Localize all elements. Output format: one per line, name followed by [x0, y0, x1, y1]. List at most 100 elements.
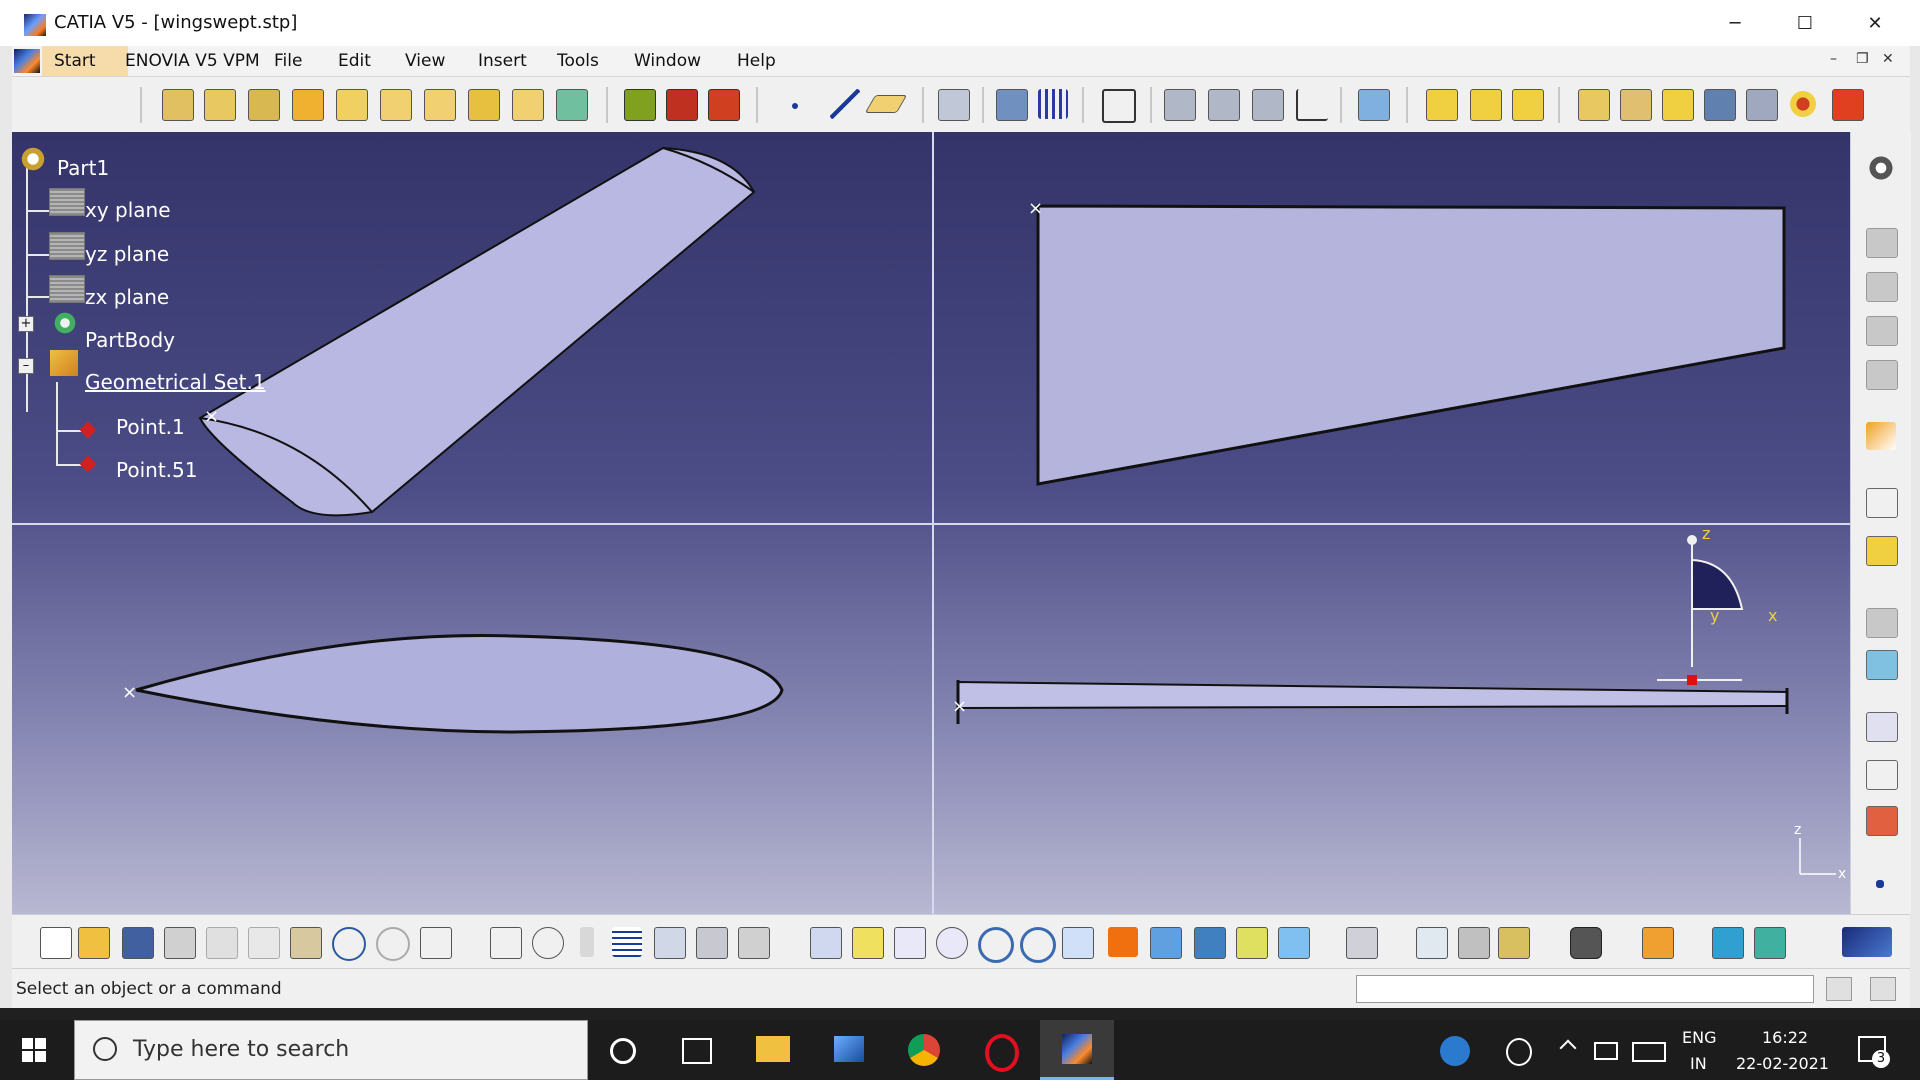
- shading-icon[interactable]: [1578, 89, 1610, 121]
- menu-edit[interactable]: Edit: [338, 51, 371, 71]
- formula-icon[interactable]: [490, 927, 522, 959]
- view-top-icon[interactable]: [1512, 89, 1544, 121]
- 3d-viewport[interactable]: × × × × z y x z x Part1 xy plane yz plan…: [12, 132, 1850, 914]
- taskbar-app-blue[interactable]: [812, 1020, 886, 1080]
- sketch-tool-3-icon[interactable]: [1866, 316, 1898, 346]
- paste-icon[interactable]: [290, 927, 322, 959]
- measure-icon[interactable]: [938, 89, 970, 121]
- menu-insert[interactable]: Insert: [478, 51, 527, 71]
- center-graph-icon[interactable]: [1788, 89, 1818, 119]
- redo-icon[interactable]: [376, 927, 410, 961]
- view-front-icon[interactable]: [1470, 89, 1502, 121]
- settings-gear-icon[interactable]: [1866, 154, 1896, 182]
- help-tray-icon[interactable]: [1440, 1036, 1470, 1066]
- axis-icon[interactable]: [1296, 89, 1328, 121]
- sketch-analysis-icon[interactable]: [1712, 927, 1744, 959]
- dress-up-icon[interactable]: [1208, 89, 1240, 121]
- reference-icon[interactable]: [1252, 89, 1284, 121]
- geometrical-set-icon[interactable]: [50, 350, 78, 376]
- maximize-button[interactable]: ☐: [1770, 0, 1840, 46]
- menu-enovia[interactable]: ENOVIA V5 VPM: [125, 51, 260, 71]
- point-icon[interactable]: [792, 103, 798, 109]
- menu-file[interactable]: File: [274, 51, 302, 71]
- taskbar-opera[interactable]: [964, 1020, 1038, 1080]
- menu-view[interactable]: View: [405, 51, 445, 71]
- fit-all-in-icon[interactable]: [852, 927, 884, 959]
- shaft-icon[interactable]: [248, 89, 280, 121]
- slot-icon[interactable]: [424, 89, 456, 121]
- windows-start-icon[interactable]: [22, 1038, 46, 1062]
- menu-help[interactable]: Help: [737, 51, 776, 71]
- shading-edges-icon[interactable]: [1620, 89, 1652, 121]
- chevron-up-icon[interactable]: [1559, 1039, 1577, 1057]
- catia-logo-icon[interactable]: [14, 49, 40, 73]
- partbody-icon[interactable]: [52, 310, 78, 336]
- menu-start[interactable]: Start: [54, 51, 96, 71]
- tree-item-point-51[interactable]: Point.51: [116, 458, 197, 482]
- help-pointer-icon[interactable]: [420, 927, 452, 959]
- clock-time[interactable]: 16:22: [1762, 1028, 1808, 1047]
- fit-all-icon[interactable]: [1102, 89, 1136, 123]
- sketch-tool-2-icon[interactable]: [1866, 272, 1898, 302]
- measure-inertia-icon[interactable]: [1498, 927, 1530, 959]
- paint-icon[interactable]: [1866, 806, 1898, 836]
- cut-icon[interactable]: [206, 927, 238, 959]
- hierarchy-icon[interactable]: [654, 927, 686, 959]
- measure-between-icon[interactable]: [1416, 927, 1448, 959]
- power-input-icon[interactable]: [1826, 977, 1852, 1001]
- search-tool-icon[interactable]: [1870, 977, 1896, 1001]
- menu-window[interactable]: Window: [634, 51, 701, 71]
- yz-plane-icon[interactable]: [49, 232, 85, 260]
- point-51-icon[interactable]: [79, 455, 97, 473]
- doc-restore-button[interactable]: ❐: [1856, 51, 1869, 67]
- zoom-out-icon[interactable]: [1020, 927, 1056, 963]
- tree-item-geometrical-set[interactable]: Geometrical Set.1: [85, 370, 266, 394]
- close-button[interactable]: ✕: [1840, 0, 1910, 46]
- swap-visible-icon[interactable]: [1278, 927, 1310, 959]
- minimize-button[interactable]: ─: [1700, 0, 1770, 46]
- flag-note-icon[interactable]: [1866, 760, 1898, 790]
- design-table-icon[interactable]: [612, 927, 642, 957]
- tree-item-zx-plane[interactable]: zx plane: [85, 285, 169, 309]
- keyboard-icon[interactable]: [1632, 1042, 1666, 1062]
- tree-item-point-1[interactable]: Point.1: [116, 415, 185, 439]
- doc-minimize-button[interactable]: –: [1830, 51, 1837, 67]
- xy-plane-icon[interactable]: [49, 188, 85, 216]
- taskbar-chrome[interactable]: [888, 1020, 962, 1080]
- close-surface-icon[interactable]: [708, 89, 740, 121]
- plane-icon[interactable]: [864, 95, 908, 113]
- language-top[interactable]: ENG: [1682, 1028, 1716, 1047]
- render-icon[interactable]: [1662, 89, 1694, 121]
- law-icon[interactable]: [580, 927, 594, 957]
- sketch-positioned-icon[interactable]: [1866, 536, 1898, 566]
- rotate-icon[interactable]: [936, 927, 968, 959]
- view-iso-icon[interactable]: [1426, 89, 1458, 121]
- point-tool-icon[interactable]: [1876, 880, 1884, 888]
- partbody-expand-icon[interactable]: +: [18, 316, 34, 332]
- shading-mode-icon[interactable]: [1194, 927, 1226, 959]
- catalog-icon[interactable]: [1866, 650, 1898, 680]
- thick-surface-icon[interactable]: [666, 89, 698, 121]
- capture-camera-icon[interactable]: [1570, 927, 1602, 959]
- save-icon[interactable]: [122, 927, 154, 959]
- fly-mode-icon[interactable]: [810, 927, 842, 959]
- select-arrow-icon[interactable]: [1866, 422, 1896, 450]
- tree-item-xy-plane[interactable]: xy plane: [85, 198, 171, 222]
- update-icon[interactable]: [1346, 927, 1378, 959]
- command-input[interactable]: [1356, 975, 1814, 1003]
- normal-view-icon[interactable]: [1062, 927, 1094, 959]
- sketcher-icon[interactable]: [1866, 488, 1898, 518]
- pan-icon[interactable]: [894, 927, 926, 959]
- apply-material-bottom-icon[interactable]: [1642, 927, 1674, 959]
- open-icon[interactable]: [78, 927, 110, 959]
- new-icon[interactable]: [40, 927, 72, 959]
- pocket-icon[interactable]: [204, 89, 236, 121]
- text-annotation-icon[interactable]: [1866, 712, 1898, 742]
- apply-material-icon[interactable]: [996, 89, 1028, 121]
- grid-icon[interactable]: [1038, 89, 1068, 119]
- comment-icon[interactable]: [532, 927, 564, 959]
- zoom-in-icon[interactable]: [978, 927, 1014, 963]
- doc-close-button[interactable]: ✕: [1882, 51, 1894, 67]
- knowledge-icon[interactable]: [738, 927, 770, 959]
- point-1-icon[interactable]: [79, 421, 97, 439]
